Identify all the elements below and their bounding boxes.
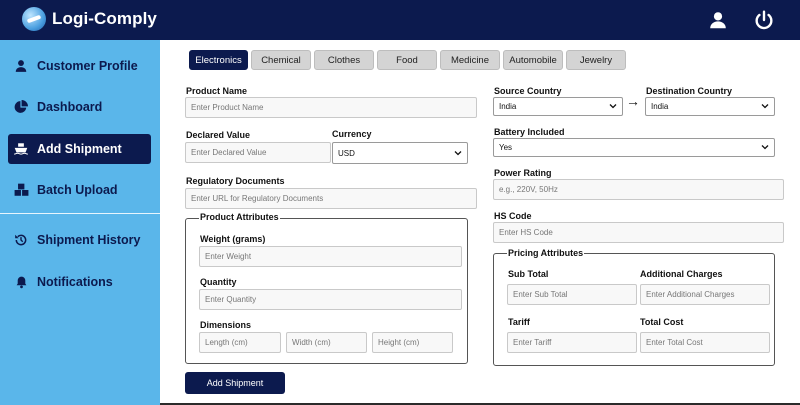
sidebar-item-label: Dashboard xyxy=(37,100,103,114)
regulatory-documents-input[interactable]: Enter URL for Regulatory Documents xyxy=(185,188,477,209)
tab-chemical[interactable]: Chemical xyxy=(251,50,311,70)
battery-included-select[interactable]: Yes xyxy=(493,138,775,157)
source-country-select[interactable]: India xyxy=(493,97,623,116)
currency-value: USD xyxy=(338,148,355,158)
product-name-input[interactable]: Enter Product Name xyxy=(185,97,477,118)
product-attributes-legend: Product Attributes xyxy=(199,212,280,222)
total-cost-label: Total Cost xyxy=(640,317,684,327)
sub-total-label: Sub Total xyxy=(508,269,549,279)
sidebar-item-label: Notifications xyxy=(37,275,113,289)
battery-included-value: Yes xyxy=(499,143,513,152)
tab-food[interactable]: Food xyxy=(377,50,437,70)
sidebar-item-dashboard[interactable]: Dashboard xyxy=(8,92,151,122)
arrow-right-icon: → xyxy=(626,93,640,109)
length-input[interactable]: Length (cm) xyxy=(199,332,281,353)
power-rating-input[interactable]: e.g., 220V, 50Hz xyxy=(493,179,784,200)
source-country-value: India xyxy=(499,102,517,111)
pie-chart-icon xyxy=(13,99,29,115)
declared-value-label: Declared Value xyxy=(186,130,251,140)
logo-icon xyxy=(22,7,46,31)
dimensions-label: Dimensions xyxy=(200,320,252,330)
hs-code-label: HS Code xyxy=(494,211,532,221)
top-bar: Logi-Comply xyxy=(0,0,800,40)
chevron-down-icon xyxy=(761,145,769,150)
sidebar-divider xyxy=(0,213,160,214)
boxes-icon xyxy=(13,182,29,198)
user-icon[interactable] xyxy=(707,9,729,31)
total-cost-input[interactable]: Enter Total Cost xyxy=(640,332,770,353)
add-shipment-button[interactable]: Add Shipment xyxy=(185,372,285,394)
chevron-down-icon xyxy=(761,104,769,109)
quantity-label: Quantity xyxy=(200,277,237,287)
brand[interactable]: Logi-Comply xyxy=(22,7,157,31)
sidebar-item-label: Customer Profile xyxy=(37,59,138,73)
hs-code-input[interactable]: Enter HS Code xyxy=(493,222,784,243)
app-title: Logi-Comply xyxy=(52,9,157,28)
sidebar-item-batch-upload[interactable]: Batch Upload xyxy=(8,175,151,205)
additional-charges-label: Additional Charges xyxy=(640,269,723,279)
chevron-down-icon xyxy=(454,151,462,156)
destination-country-value: India xyxy=(651,102,669,111)
chevron-down-icon xyxy=(609,104,617,109)
power-rating-label: Power Rating xyxy=(494,168,552,178)
tariff-label: Tariff xyxy=(508,317,530,327)
destination-country-label: Destination Country xyxy=(646,86,733,96)
sidebar-item-label: Add Shipment xyxy=(37,142,122,156)
tab-automobile[interactable]: Automobile xyxy=(503,50,563,70)
tab-electronics[interactable]: Electronics xyxy=(189,50,248,70)
height-input[interactable]: Height (cm) xyxy=(372,332,453,353)
sidebar-item-shipment-history[interactable]: Shipment History xyxy=(8,225,151,255)
declared-value-input[interactable]: Enter Declared Value xyxy=(185,142,331,163)
ship-icon xyxy=(13,141,29,157)
sub-total-input[interactable]: Enter Sub Total xyxy=(507,284,637,305)
currency-label: Currency xyxy=(332,129,372,139)
pricing-attributes-legend: Pricing Attributes xyxy=(507,248,585,258)
battery-included-label: Battery Included xyxy=(494,127,565,137)
source-country-label: Source Country xyxy=(494,86,562,96)
quantity-input[interactable]: Enter Quantity xyxy=(199,289,462,310)
currency-select[interactable]: USD xyxy=(332,142,468,164)
product-name-label: Product Name xyxy=(186,86,248,96)
sidebar-item-add-shipment[interactable]: Add Shipment xyxy=(8,134,151,164)
weight-input[interactable]: Enter Weight xyxy=(199,246,462,267)
sidebar-item-notifications[interactable]: Notifications xyxy=(8,267,151,297)
tariff-input[interactable]: Enter Tariff xyxy=(507,332,637,353)
sidebar-item-label: Shipment History xyxy=(37,233,141,247)
history-icon xyxy=(13,232,29,248)
regulatory-documents-label: Regulatory Documents xyxy=(186,176,285,186)
additional-charges-input[interactable]: Enter Additional Charges xyxy=(640,284,770,305)
user-icon xyxy=(13,58,29,74)
sidebar: Customer Profile Dashboard Add Shipment … xyxy=(0,40,160,405)
power-icon[interactable] xyxy=(753,9,775,31)
sidebar-item-customer-profile[interactable]: Customer Profile xyxy=(8,51,151,81)
bell-icon xyxy=(13,274,29,290)
sidebar-item-label: Batch Upload xyxy=(37,183,118,197)
tab-jewelry[interactable]: Jewelry xyxy=(566,50,626,70)
width-input[interactable]: Width (cm) xyxy=(286,332,367,353)
weight-label: Weight (grams) xyxy=(200,234,266,244)
tab-clothes[interactable]: Clothes xyxy=(314,50,374,70)
destination-country-select[interactable]: India xyxy=(645,97,775,116)
tab-medicine[interactable]: Medicine xyxy=(440,50,500,70)
